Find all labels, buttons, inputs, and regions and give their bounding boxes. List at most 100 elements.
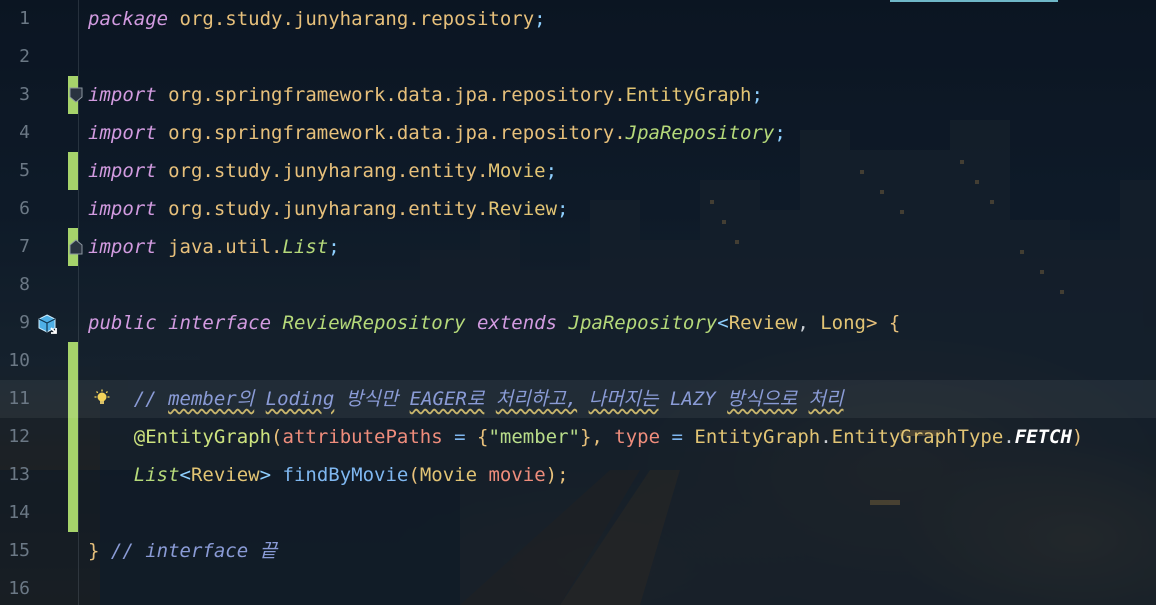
code-text[interactable]: @EntityGraph(attributePaths = {"member"}… <box>88 418 1084 456</box>
code-token: Loding <box>265 388 335 410</box>
line-number[interactable]: 4 <box>0 114 30 152</box>
code-token: . <box>820 426 832 448</box>
line-number[interactable]: 8 <box>0 266 30 304</box>
code-token: org.study.junyharang.entity. <box>168 198 489 220</box>
code-line[interactable]: 3 import org.springframework.data.jpa.rep… <box>0 76 1156 114</box>
line-number[interactable]: 14 <box>0 494 30 532</box>
code-line[interactable]: 8 <box>0 266 1156 304</box>
code-text[interactable]: import org.springframework.data.jpa.repo… <box>88 114 786 152</box>
line-number[interactable]: 9 <box>0 304 30 342</box>
code-line[interactable]: 4 import org.springframework.data.jpa.rep… <box>0 114 1156 152</box>
code-line[interactable]: 6 import org.study.junyharang.entity.Revi… <box>0 190 1156 228</box>
code-token: EntityGraph <box>625 84 752 106</box>
code-token: ); <box>545 464 569 486</box>
code-token: ; <box>534 8 546 30</box>
code-line[interactable]: 9 public interface ReviewRepository exten… <box>0 304 1156 342</box>
code-token: 방식으로 <box>727 388 798 410</box>
code-token: ; <box>751 84 763 106</box>
code-text[interactable]: } // interface 끝 <box>88 532 277 570</box>
code-token: Review <box>190 464 260 486</box>
code-token: , <box>797 312 821 334</box>
code-line[interactable]: 12 @EntityGraph(attributePaths = {"membe… <box>0 418 1156 456</box>
code-line[interactable]: 15 } // interface 끝 <box>0 532 1156 570</box>
code-token: 나머지는 <box>588 388 659 410</box>
code-text[interactable]: package org.study.junyharang.repository; <box>88 0 546 38</box>
code-token: } <box>88 540 100 562</box>
code-line[interactable]: 5 import org.study.junyharang.entity.Movi… <box>0 152 1156 190</box>
code-text[interactable]: List<Review> findByMovie(Movie movie); <box>88 456 569 494</box>
code-line[interactable]: 14 <box>0 494 1156 532</box>
line-number[interactable]: 3 <box>0 76 30 114</box>
code-token: Movie <box>488 160 546 182</box>
line-number[interactable]: 16 <box>0 570 30 605</box>
code-text[interactable]: public interface ReviewRepository extend… <box>88 304 900 342</box>
code-line[interactable]: 2 <box>0 38 1156 76</box>
code-token: ReviewRepository <box>282 312 466 334</box>
code-token: FETCH <box>1014 426 1072 448</box>
line-number[interactable]: 11 <box>0 380 30 418</box>
line-number[interactable]: 5 <box>0 152 30 190</box>
code-token: attributePaths <box>282 426 443 448</box>
code-editor[interactable]: 1 package org.study.junyharang.repository… <box>0 0 1156 605</box>
code-token: java.util. <box>168 236 283 258</box>
line-number[interactable]: 13 <box>0 456 30 494</box>
code-line[interactable]: 13 List<Review> findByMovie(Movie movie)… <box>0 456 1156 494</box>
code-line[interactable]: 10 <box>0 342 1156 380</box>
code-text[interactable]: import org.study.junyharang.entity.Movie… <box>88 152 557 190</box>
code-token: findByMovie <box>282 464 409 486</box>
implemented-interface-icon[interactable] <box>36 313 58 335</box>
code-token: < <box>179 464 191 486</box>
code-line[interactable]: 1 package org.study.junyharang.repository… <box>0 0 1156 38</box>
fold-marker-icon[interactable] <box>69 87 83 103</box>
code-token: ) <box>1071 426 1084 448</box>
line-number[interactable]: 1 <box>0 0 30 38</box>
code-token: Review <box>488 198 558 220</box>
lightbulb-icon[interactable] <box>92 389 112 409</box>
code-token: import <box>88 236 157 258</box>
line-number[interactable]: 7 <box>0 228 30 266</box>
line-number[interactable]: 15 <box>0 532 30 570</box>
code-token: List <box>282 236 329 258</box>
code-token: import <box>88 122 157 144</box>
line-number[interactable]: 12 <box>0 418 30 456</box>
code-token: LAZY <box>658 388 728 410</box>
code-token: type <box>614 426 661 448</box>
code-token: }, <box>579 426 615 448</box>
code-token: @EntityGraph <box>133 426 272 448</box>
code-line[interactable]: 16 <box>0 570 1156 605</box>
code-text[interactable]: // member의 Loding 방식만 EAGER로 처리하고, 나머지는 … <box>88 380 844 418</box>
code-token: { <box>476 426 489 448</box>
line-number[interactable]: 10 <box>0 342 30 380</box>
code-line[interactable]: 7 import java.util.List; <box>0 228 1156 266</box>
code-token: < <box>717 312 729 334</box>
code-token: import <box>88 198 157 220</box>
code-token: > { <box>865 312 901 334</box>
line-number[interactable]: 6 <box>0 190 30 228</box>
code-text[interactable]: import java.util.List; <box>88 228 340 266</box>
code-token: ; <box>774 122 786 144</box>
code-line[interactable]: 11 // member의 Loding 방식만 EAGER로 처리하고, 나머… <box>0 380 1156 418</box>
code-token: ( <box>408 464 420 486</box>
line-number[interactable]: 2 <box>0 38 30 76</box>
code-text[interactable]: import org.springframework.data.jpa.repo… <box>88 76 763 114</box>
fold-marker-icon[interactable] <box>69 239 83 255</box>
code-token: public <box>88 312 157 334</box>
code-token: interface <box>168 312 272 334</box>
code-token: org.study.junyharang.entity. <box>168 160 489 182</box>
code-token: import <box>88 84 157 106</box>
code-text[interactable]: import org.study.junyharang.entity.Revie… <box>88 190 568 228</box>
